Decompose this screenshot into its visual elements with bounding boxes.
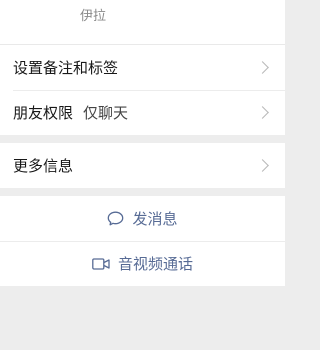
chevron-right-icon <box>256 61 269 74</box>
row-label: 设置备注和标签 <box>13 59 119 77</box>
chevron-right-icon <box>256 159 269 172</box>
more-info-row[interactable]: 更多信息 <box>0 143 285 188</box>
section-divider <box>0 188 285 196</box>
friend-permission-row[interactable]: 朋友权限 仅聊天 <box>0 90 285 135</box>
row-label: 朋友权限 <box>13 104 74 122</box>
section-divider <box>0 135 285 143</box>
send-message-label: 发消息 <box>132 210 178 228</box>
video-call-label: 音视频通话 <box>117 255 193 273</box>
profile-header: 伊拉 <box>0 0 285 45</box>
video-call-icon <box>92 257 110 270</box>
more-section: 更多信息 <box>0 143 285 188</box>
permission-value: 仅聊天 <box>83 104 129 122</box>
actions-section: 发消息 音视频通话 <box>0 196 285 286</box>
row-label: 更多信息 <box>13 157 74 175</box>
send-message-button[interactable]: 发消息 <box>0 196 285 241</box>
chat-bubble-icon <box>108 211 124 226</box>
settings-section: 设置备注和标签 朋友权限 仅聊天 <box>0 45 285 135</box>
video-call-button[interactable]: 音视频通话 <box>0 241 285 286</box>
chevron-right-icon <box>256 106 269 119</box>
contact-name: 伊拉 <box>80 9 107 24</box>
set-remark-and-tags-row[interactable]: 设置备注和标签 <box>0 45 285 90</box>
